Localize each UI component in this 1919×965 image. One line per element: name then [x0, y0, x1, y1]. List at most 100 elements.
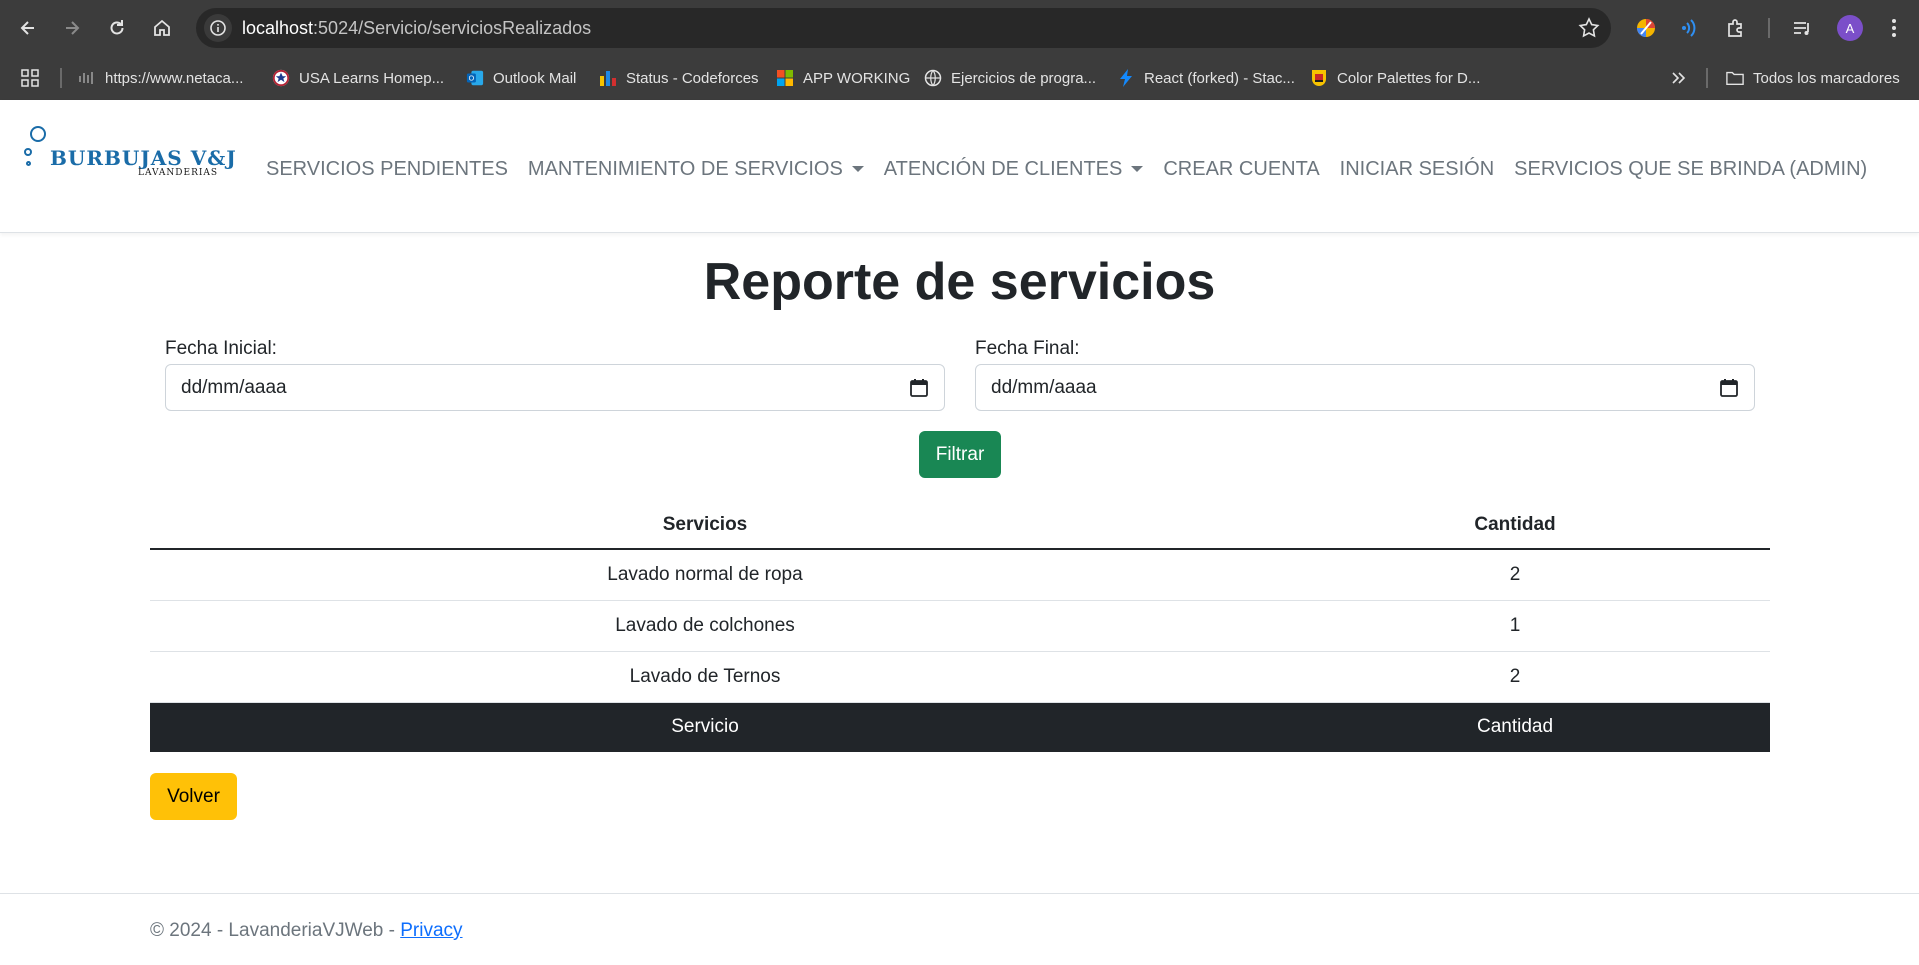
page-footer: © 2024 - LavanderiaVJWeb - Privacy — [0, 893, 1919, 965]
bookmark-item[interactable]: Ejercicios de progra... — [924, 66, 1096, 90]
nav-crear-cuenta[interactable]: CREAR CUENTA — [1163, 158, 1319, 181]
nav-link-label: INICIAR SESIÓN — [1339, 157, 1495, 180]
table-row: Lavado de Ternos 2 — [150, 651, 1770, 703]
folder-icon — [1726, 69, 1744, 87]
quantity-cell: 1 — [1260, 600, 1770, 652]
logo-bubble — [30, 126, 46, 142]
site-info-icon[interactable] — [204, 14, 232, 42]
logo-bubble — [26, 161, 31, 166]
footer-servicio-cell: Servicio — [150, 702, 1260, 752]
bookmark-item[interactable]: O Outlook Mail — [466, 66, 576, 90]
page-title: Reporte de servicios — [703, 253, 1216, 311]
bookmark-item[interactable]: USA Learns Homep... — [272, 66, 444, 90]
outlook-favicon-icon: O — [466, 69, 484, 87]
brand-subtitle: LAVANDERIAS — [138, 168, 219, 178]
caret-down-icon — [851, 166, 864, 172]
table-footer-row: Servicio Cantidad — [150, 702, 1770, 752]
nav-servicios-admin[interactable]: SERVICIOS QUE SE BRINDA (ADMIN) — [1514, 158, 1867, 181]
color-palettes-favicon-icon — [1310, 69, 1328, 87]
bookmarks-bar: https://www.netaca... USA Learns Homep..… — [0, 56, 1919, 100]
privacy-link[interactable]: Privacy — [400, 920, 462, 941]
forward-arrow-icon[interactable] — [56, 12, 88, 44]
table-header-row: Servicios Cantidad — [150, 501, 1770, 550]
bookmark-item[interactable]: https://www.netaca... — [78, 66, 243, 90]
service-name-cell: Lavado de colchones — [150, 600, 1260, 652]
profile-avatar[interactable]: A — [1837, 15, 1863, 41]
brand-name: BURBUJAS V&J — [50, 146, 237, 170]
bookmark-item[interactable]: Status - Codeforces — [599, 66, 759, 90]
read-aloud-extension-icon[interactable] — [1676, 14, 1704, 42]
bookmark-item[interactable]: APP WORKING — [776, 66, 910, 90]
url-path: :5024/Servicio/serviciosRealizados — [313, 18, 592, 38]
footer-cantidad-cell: Cantidad — [1260, 702, 1770, 752]
start-date-input[interactable]: dd/mm/aaaa — [165, 364, 945, 411]
home-icon[interactable] — [146, 12, 178, 44]
caret-down-icon — [1131, 166, 1144, 172]
bookmark-label: Ejercicios de progra... — [951, 69, 1097, 87]
nav-atencion-dropdown[interactable]: ATENCIÓN DE CLIENTES — [884, 158, 1144, 181]
browser-toolbar: localhost:5024/Servicio/serviciosRealiza… — [0, 0, 1919, 56]
web-page: BURBUJAS V&J LAVANDERIAS SERVICIOS PENDI… — [0, 100, 1919, 965]
color-picker-extension-icon[interactable] — [1632, 14, 1660, 42]
svg-text:O: O — [469, 74, 475, 83]
netacad-favicon-icon — [78, 69, 96, 87]
nav-link-label: ATENCIÓN DE CLIENTES — [883, 157, 1123, 180]
brand-logo[interactable]: BURBUJAS V&J LAVANDERIAS — [22, 126, 236, 186]
browser-menu-icon[interactable] — [1880, 14, 1908, 42]
calendar-icon[interactable] — [909, 378, 929, 398]
bookmarks-divider — [60, 68, 62, 88]
bookmark-label: Color Palettes for D... — [1337, 69, 1481, 87]
bookmark-label: Outlook Mail — [493, 69, 577, 87]
calendar-icon[interactable] — [1719, 378, 1739, 398]
nav-link-label: SERVICIOS PENDIENTES — [266, 157, 508, 180]
more-bookmarks-chevron-icon[interactable] — [1670, 66, 1686, 90]
address-bar[interactable]: localhost:5024/Servicio/serviciosRealiza… — [196, 8, 1611, 48]
bookmarks-divider — [1706, 68, 1708, 88]
back-button[interactable]: Volver — [150, 773, 237, 820]
copyright-text: © 2024 - LavanderiaVJWeb - — [150, 920, 401, 941]
reload-icon[interactable] — [101, 12, 133, 44]
all-bookmarks-folder[interactable]: Todos los marcadores — [1726, 66, 1900, 90]
bookmark-label: React (forked) - Stac... — [1144, 69, 1295, 87]
toolbar-divider — [1768, 18, 1770, 38]
table-row: Lavado de colchones 1 — [150, 600, 1770, 652]
all-bookmarks-label: Todos los marcadores — [1753, 69, 1900, 87]
bookmark-label: APP WORKING — [803, 69, 911, 87]
bookmark-star-icon[interactable] — [1577, 16, 1601, 40]
service-name-cell: Lavado normal de ropa — [150, 549, 1260, 601]
nav-mantenimiento-dropdown[interactable]: MANTENIMIENTO DE SERVICIOS — [528, 158, 864, 181]
stackblitz-bolt-icon — [1117, 69, 1135, 87]
column-header-servicios: Servicios — [150, 501, 1260, 550]
start-date-label: Fecha Inicial: — [165, 338, 277, 359]
microsoft-favicon-icon — [776, 69, 794, 87]
nav-links: SERVICIOS PENDIENTES MANTENIMIENTO DE SE… — [266, 154, 1887, 184]
bookmark-label: USA Learns Homep... — [299, 69, 445, 87]
nav-link-label: MANTENIMIENTO DE SERVICIOS — [527, 157, 843, 180]
start-date-value: dd/mm/aaaa — [181, 377, 287, 398]
quantity-cell: 2 — [1260, 549, 1770, 601]
nav-servicios-pendientes[interactable]: SERVICIOS PENDIENTES — [266, 158, 508, 181]
quantity-cell: 2 — [1260, 651, 1770, 703]
nav-link-label: SERVICIOS QUE SE BRINDA (ADMIN) — [1514, 157, 1868, 180]
extensions-puzzle-icon[interactable] — [1722, 14, 1750, 42]
back-arrow-icon[interactable] — [12, 12, 44, 44]
bookmark-item[interactable]: React (forked) - Stac... — [1117, 66, 1295, 90]
media-controls-icon[interactable] — [1788, 14, 1816, 42]
end-date-input[interactable]: dd/mm/aaaa — [975, 364, 1755, 411]
usa-learns-favicon-icon — [272, 69, 290, 87]
bookmark-item[interactable]: Color Palettes for D... — [1310, 66, 1480, 90]
bookmark-label: https://www.netaca... — [105, 69, 244, 87]
globe-icon — [924, 69, 942, 87]
codeforces-favicon-icon — [599, 69, 617, 87]
apps-grid-icon[interactable] — [20, 66, 40, 90]
filter-button[interactable]: Filtrar — [919, 431, 1001, 478]
end-date-label: Fecha Final: — [975, 338, 1080, 359]
url-host: localhost — [242, 18, 314, 38]
bookmark-label: Status - Codeforces — [626, 69, 759, 87]
services-report-table: Servicios Cantidad Lavado normal de ropa… — [150, 501, 1770, 752]
table-row: Lavado normal de ropa 2 — [150, 549, 1770, 601]
url-text[interactable]: localhost:5024/Servicio/serviciosRealiza… — [242, 18, 591, 39]
nav-iniciar-sesion[interactable]: INICIAR SESIÓN — [1340, 158, 1494, 181]
nav-link-label: CREAR CUENTA — [1163, 157, 1320, 180]
logo-bubble — [24, 148, 32, 156]
